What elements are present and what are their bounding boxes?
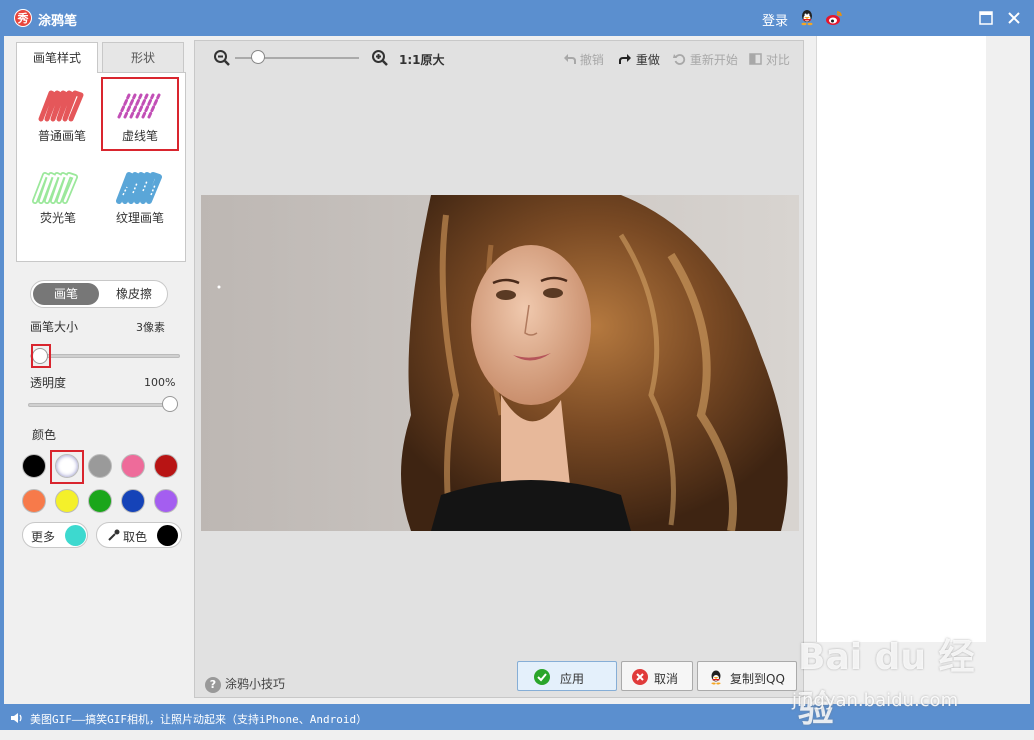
check-icon <box>534 669 550 685</box>
undo-icon <box>564 54 576 64</box>
maximize-icon <box>979 11 993 25</box>
qq-penguin-icon <box>711 670 721 685</box>
fluorescent-brush-icon <box>32 172 78 204</box>
mode-pen-button[interactable]: 画笔 <box>33 283 99 305</box>
selected-swatch-highlight <box>50 450 84 484</box>
restart-button[interactable]: 重新开始 <box>673 51 738 68</box>
doodle-tips-link[interactable]: ? 涂鸦小技巧 <box>205 675 285 693</box>
brush-size-track[interactable] <box>30 354 180 358</box>
eyedropper-button[interactable]: 取色 <box>96 522 182 548</box>
app-logo-icon: 秀 <box>14 9 32 27</box>
tab-brush-style[interactable]: 画笔样式 <box>16 42 98 73</box>
opacity-label: 透明度 <box>30 376 67 390</box>
zoom-slider-thumb[interactable] <box>251 50 265 64</box>
zoom-original-button[interactable]: 1:1原大 <box>399 51 445 68</box>
color-swatch-yellow[interactable] <box>55 489 79 513</box>
color-swatch-dark-red[interactable] <box>154 454 178 478</box>
more-colors-button[interactable]: 更多 <box>22 522 88 548</box>
qq-icon[interactable] <box>798 8 816 26</box>
brush-fluorescent-label: 荧光笔 <box>39 211 76 225</box>
copy-to-qq-button[interactable]: 复制到QQ <box>697 661 797 691</box>
canvas-toolbar: 1:1原大 撤销 重做 重新开始 对比 <box>195 41 803 75</box>
zoom-in-icon[interactable] <box>371 49 389 67</box>
opacity-value: 100% <box>144 376 176 389</box>
color-swatch-black[interactable] <box>22 454 46 478</box>
color-swatch-gray[interactable] <box>88 454 112 478</box>
picked-color-swatch <box>157 525 178 546</box>
close-icon <box>1008 12 1020 24</box>
compare-icon <box>749 53 762 65</box>
brush-tabs: 画笔样式 形状 <box>16 42 186 73</box>
more-colors-label: 更多 <box>31 530 56 544</box>
undo-label: 撤销 <box>579 53 604 67</box>
status-ad-text[interactable]: 美图GIF——搞笑GIF相机，让照片动起来（支持iPhone、Android） <box>30 711 367 727</box>
right-preview-panel <box>816 36 986 642</box>
brush-style-panel: 普通画笔 虚线笔 荧光笔 纹理画笔 <box>16 72 186 262</box>
color-swatch-blue[interactable] <box>121 489 145 513</box>
redo-button[interactable]: 重做 <box>619 51 660 68</box>
left-panel: 画笔样式 形状 普通画笔 虚线笔 荧光笔 纹理画笔 画笔 橡皮擦 画笔大小 3像… <box>4 36 194 704</box>
help-icon: ? <box>205 677 221 693</box>
color-swatch-green[interactable] <box>88 489 112 513</box>
zoom-out-icon[interactable] <box>213 49 231 67</box>
redo-label: 重做 <box>635 53 660 67</box>
client-area: 画笔样式 形状 普通画笔 虚线笔 荧光笔 纹理画笔 画笔 橡皮擦 画笔大小 3像… <box>4 36 1030 704</box>
login-link[interactable]: 登录 <box>762 10 788 29</box>
apply-button[interactable]: 应用 <box>517 661 617 691</box>
opacity-track[interactable] <box>28 403 178 407</box>
app-window: 秀 涂鸦笔 登录 画笔样式 形状 普通画笔 虚线笔 荧光笔 纹理画笔 画笔 橡皮… <box>0 0 1034 740</box>
watermark-main: Bai du 经验 <box>798 637 975 730</box>
portrait-photo <box>201 195 799 531</box>
redo-icon <box>619 54 631 64</box>
color-swatch-orange[interactable] <box>22 489 46 513</box>
eyedropper-icon <box>108 529 120 541</box>
brush-texture[interactable]: 纹理画笔 <box>101 159 179 233</box>
undo-button[interactable]: 撤销 <box>563 51 604 68</box>
canvas-area: 1:1原大 撤销 重做 重新开始 对比 ? 涂鸦小技巧 应用 取消 复制到QQ <box>194 40 804 698</box>
brush-size-highlight <box>31 344 51 368</box>
cancel-button[interactable]: 取消 <box>621 661 693 691</box>
opacity-slider-thumb[interactable] <box>162 396 178 412</box>
apply-label: 应用 <box>560 672 585 686</box>
brush-dashed-label: 虚线笔 <box>121 129 158 143</box>
cancel-icon <box>632 669 648 685</box>
texture-brush-icon <box>116 172 162 204</box>
restart-label: 重新开始 <box>689 53 738 67</box>
normal-brush-icon <box>38 90 84 122</box>
mode-toggle: 画笔 橡皮擦 <box>30 280 168 308</box>
window-title: 涂鸦笔 <box>38 14 78 29</box>
watermark-sub: jingyan.baidu.com <box>792 690 959 711</box>
baidu-watermark: Bai du 经验 jingyan.baidu.com <box>790 628 990 730</box>
brush-size-label: 画笔大小 <box>30 320 79 334</box>
brush-fluorescent[interactable]: 荧光笔 <box>19 159 97 233</box>
brush-dashed[interactable]: 虚线笔 <box>101 77 179 151</box>
brush-normal[interactable]: 普通画笔 <box>23 77 101 151</box>
more-colors-swatch <box>65 525 86 546</box>
mode-eraser-button[interactable]: 橡皮擦 <box>101 283 167 305</box>
brush-normal-label: 普通画笔 <box>37 129 86 143</box>
color-swatch-purple[interactable] <box>154 489 178 513</box>
brush-size-value: 3像素 <box>136 321 165 334</box>
compare-label: 对比 <box>765 53 790 67</box>
doodle-tips-label: 涂鸦小技巧 <box>225 677 286 691</box>
weibo-icon[interactable] <box>825 9 843 27</box>
speaker-icon <box>11 713 22 723</box>
color-swatch-pink[interactable] <box>121 454 145 478</box>
restart-icon <box>673 54 686 65</box>
title-bar: 秀 涂鸦笔 登录 <box>0 0 1034 36</box>
tab-shape[interactable]: 形状 <box>102 42 184 72</box>
eyedropper-label: 取色 <box>123 530 148 544</box>
dashed-brush-icon <box>117 93 161 119</box>
color-section-label: 颜色 <box>32 428 57 442</box>
cancel-label: 取消 <box>654 672 679 686</box>
close-button[interactable] <box>1004 8 1024 28</box>
brush-texture-label: 纹理画笔 <box>115 211 164 225</box>
compare-button[interactable]: 对比 <box>749 51 790 68</box>
photo-canvas[interactable] <box>201 195 799 531</box>
copy-to-qq-label: 复制到QQ <box>730 672 785 686</box>
maximize-button[interactable] <box>976 8 996 28</box>
